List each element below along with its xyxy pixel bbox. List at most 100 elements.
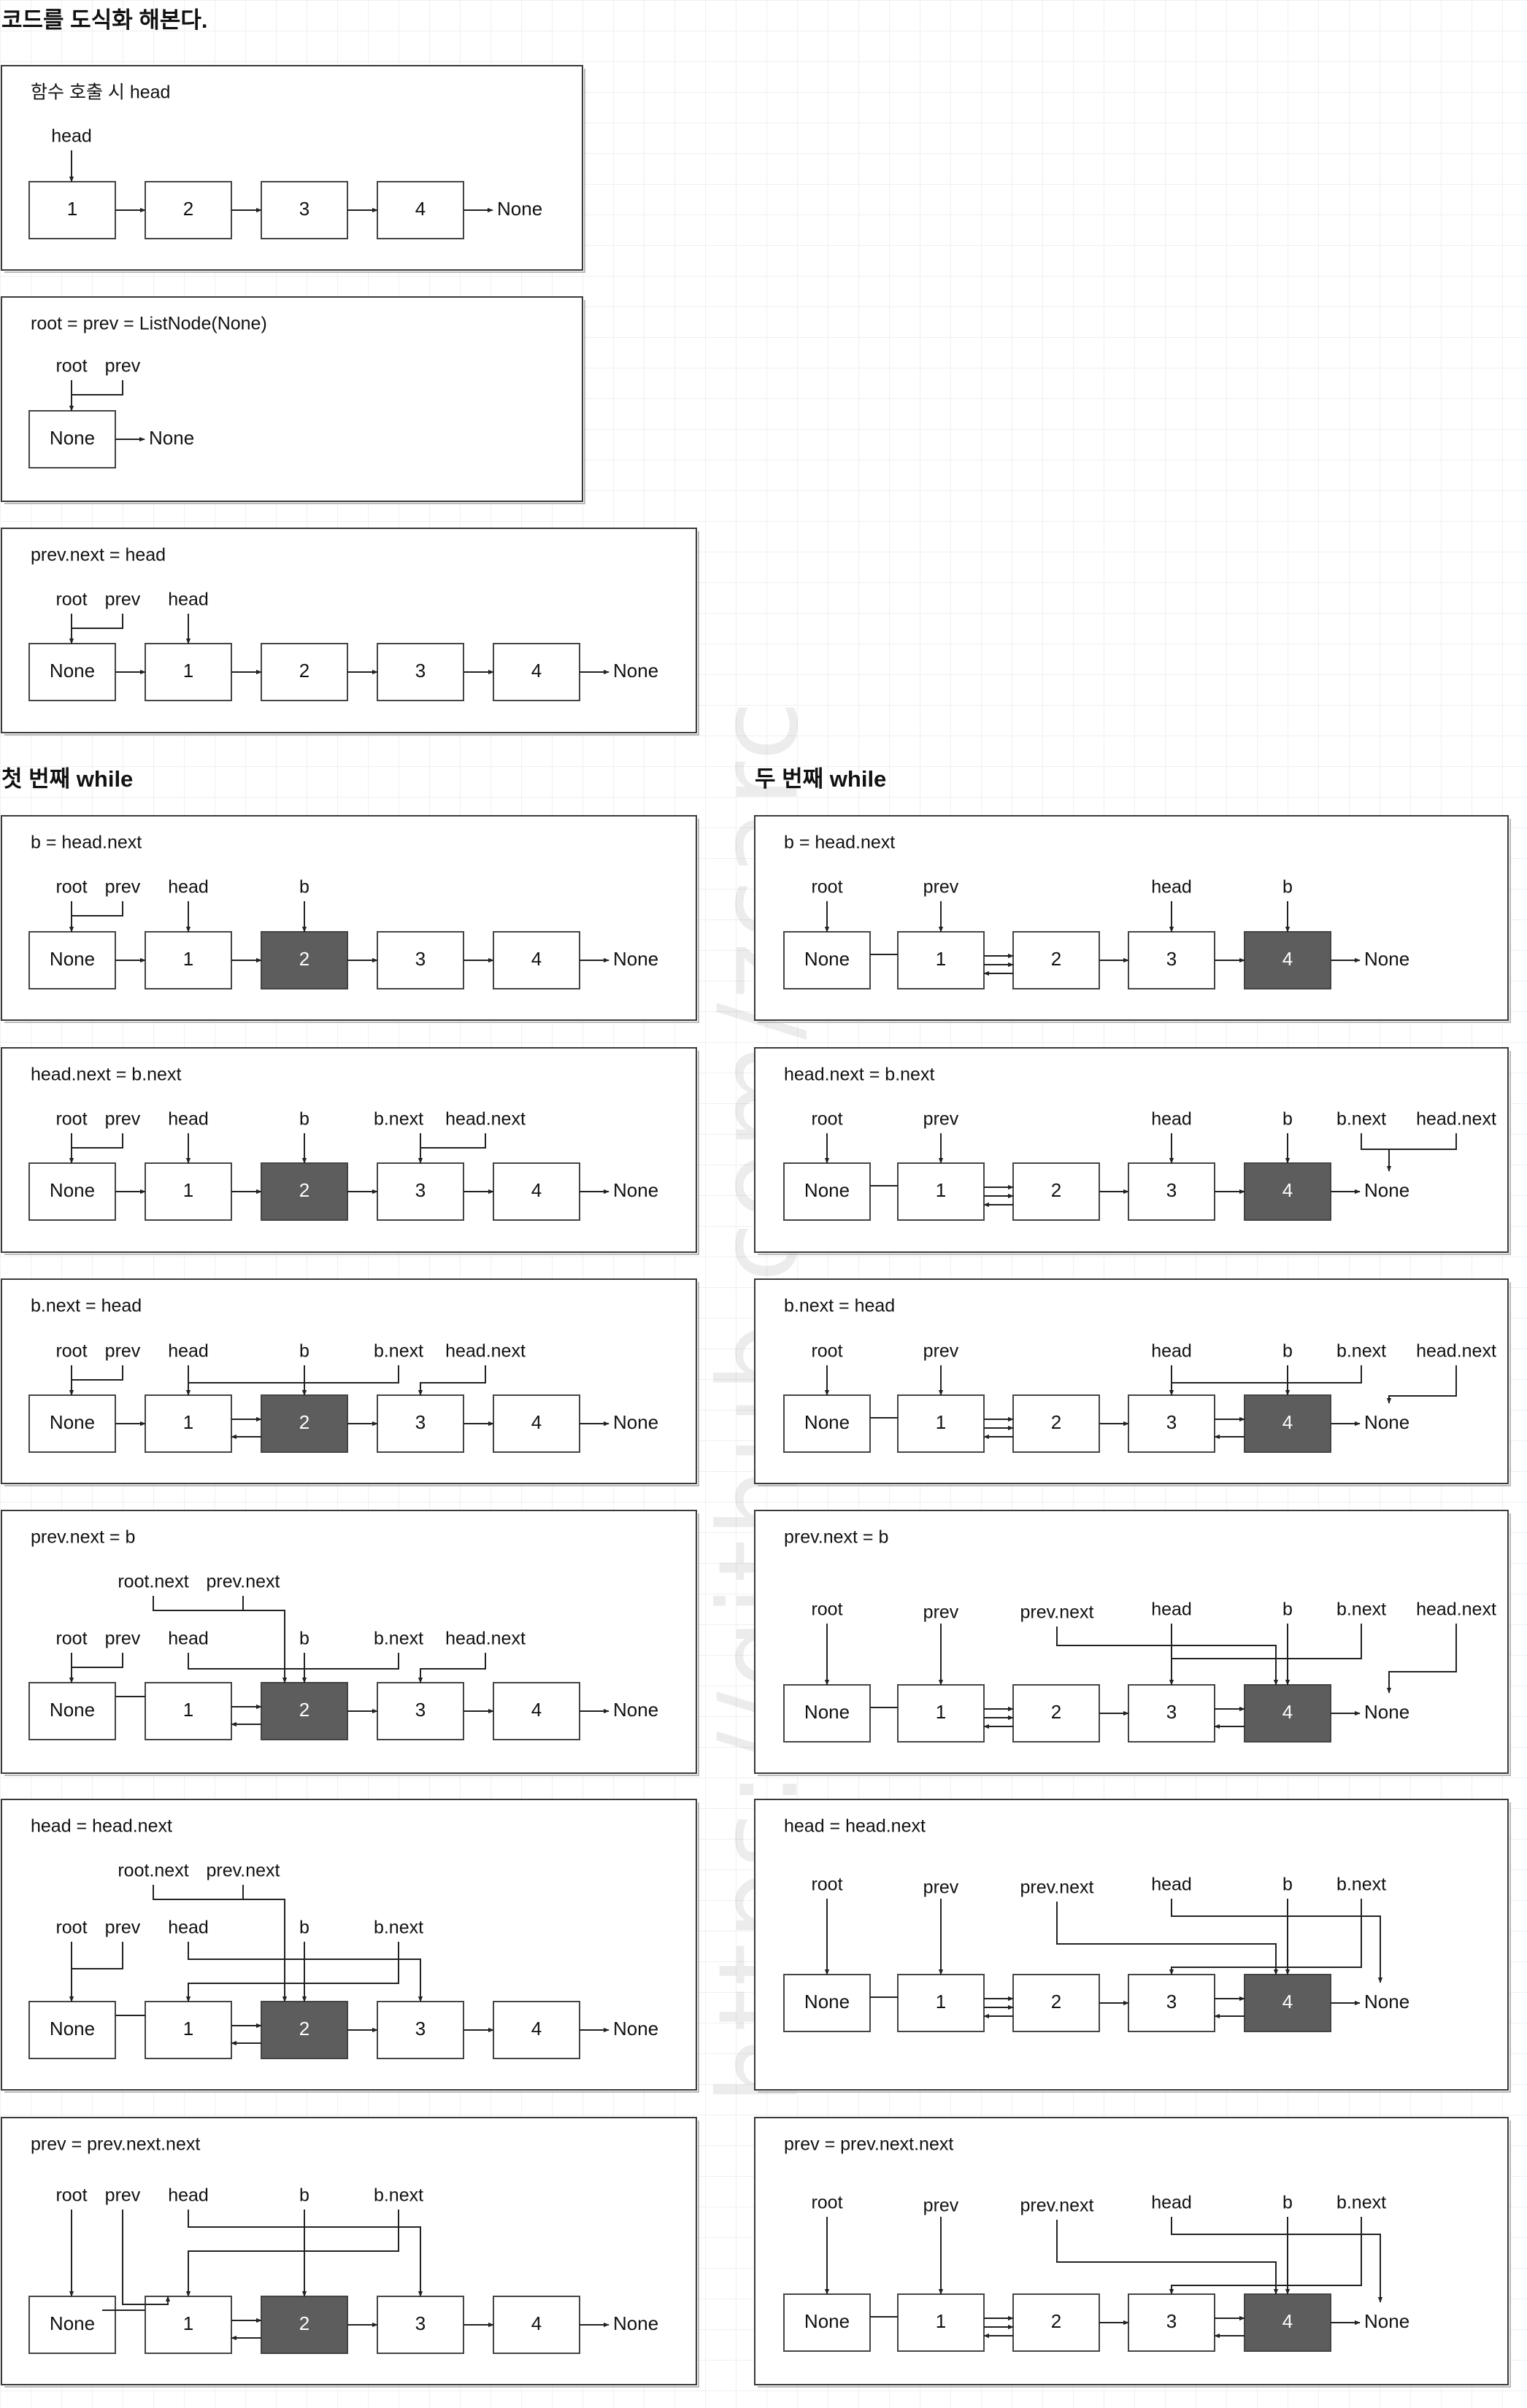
terminal-none: None (1364, 1991, 1409, 2013)
terminal-none: None (1364, 2310, 1409, 2332)
pointer-label-head: head (168, 877, 209, 898)
pointer-label-prev: prev (923, 1341, 959, 1362)
pointer-label-b: b (299, 877, 309, 898)
pointer-label-prev: prev (105, 877, 141, 898)
section-title-second-while: 두 번째 while (755, 766, 886, 792)
terminal-none: None (1364, 948, 1409, 970)
terminal-none: None (613, 660, 658, 682)
pointer-label-b-next: b.next (374, 2185, 423, 2206)
pointer-label-prev: prev (105, 2185, 141, 2206)
node-value: 1 (67, 198, 77, 220)
pointer-label-b: b (1282, 2193, 1293, 2213)
pointer-label-b-next: b.next (374, 1629, 423, 1649)
pointer-label-prev-next: prev.next (207, 1572, 280, 1592)
pointer-label-b: b (1282, 1109, 1293, 1130)
node-value: 3 (1166, 1701, 1177, 1723)
pointer-label-root: root (55, 2185, 87, 2206)
node-value: 2 (299, 2312, 309, 2334)
pointer-label-b: b (299, 1109, 309, 1130)
pointer-label-head: head (1151, 1599, 1192, 1620)
section-title-first-while: 첫 번째 while (1, 766, 133, 792)
pointer-label-b-next: b.next (1336, 1109, 1386, 1130)
node-value: None (804, 948, 850, 970)
pointer-label-head: head (1151, 1341, 1192, 1362)
pointer-label-root: root (55, 1341, 87, 1362)
terminal-none: None (613, 2312, 658, 2334)
pointer-label-root: root (55, 590, 87, 610)
node-value: 1 (936, 948, 946, 970)
node-value: None (50, 660, 95, 682)
node-value: 4 (531, 1411, 542, 1433)
node-value: 1 (936, 1701, 946, 1723)
node-value: 1 (183, 2312, 193, 2334)
node-value: 3 (1166, 948, 1177, 970)
node-value: 2 (299, 948, 309, 970)
pointer-label-prev: prev (105, 1341, 141, 1362)
node-value: 4 (1282, 2310, 1293, 2332)
pointer-label-head: head (168, 1109, 209, 1130)
node-value: 2 (299, 660, 309, 682)
pointer-label-b-next: b.next (1336, 1875, 1386, 1895)
node-value: 1 (183, 1179, 193, 1201)
node-value: None (50, 1699, 95, 1721)
node-value: None (804, 2310, 850, 2332)
pointer-label-prev: prev (923, 877, 959, 898)
step-title: b = head.next (784, 833, 895, 853)
pointer-label-b-next: b.next (1336, 2193, 1386, 2213)
pointer-label-head: head (168, 2185, 209, 2206)
node-value: 4 (531, 2312, 542, 2334)
pointer-label-b-next: b.next (1336, 1599, 1386, 1620)
pointer-label-root-next: root.next (118, 1861, 188, 1881)
pointer-label-head: head (168, 1918, 209, 1938)
pointer-label-root: root (55, 877, 87, 898)
node-value: None (804, 1991, 850, 2013)
pointer-label-head: head (168, 590, 209, 610)
node-value: 4 (415, 198, 426, 220)
node-value: 1 (183, 2018, 193, 2040)
pointer-label-b: b (1282, 877, 1293, 898)
step-title: prev = prev.next.next (784, 2134, 953, 2155)
terminal-none: None (497, 198, 542, 220)
pointer-label-root: root (811, 1109, 842, 1130)
pointer-label-prev: prev (923, 1109, 959, 1130)
step-title: b.next = head (784, 1296, 895, 1316)
pointer-label-root: root (55, 1918, 87, 1938)
pointer-label-prev: prev (923, 2196, 959, 2216)
node-value: 3 (415, 2312, 426, 2334)
step-title: head.next = b.next (31, 1065, 181, 1085)
pointer-label-b-next: b.next (374, 1109, 423, 1130)
node-value: 1 (936, 1179, 946, 1201)
node-value: 1 (936, 1411, 946, 1433)
node-value: None (804, 1411, 850, 1433)
pointer-label-prev: prev (105, 1629, 141, 1649)
page-title: 코드를 도식화 해본다. (1, 7, 208, 33)
pointer-label-b: b (1282, 1599, 1293, 1620)
pointer-label-root: root (55, 356, 87, 377)
node-value: 1 (936, 2310, 946, 2332)
node-value: 1 (183, 1411, 193, 1433)
pointer-label-head-next: head.next (1416, 1341, 1496, 1362)
node-value: None (804, 1179, 850, 1201)
pointer-label-root-next: root.next (118, 1572, 188, 1592)
step-title: prev = prev.next.next (31, 2134, 200, 2155)
pointer-label-head-next: head.next (1416, 1599, 1496, 1620)
terminal-none: None (613, 1179, 658, 1201)
node-value: None (50, 427, 95, 449)
pointer-label-head: head (168, 1629, 209, 1649)
node-value: 2 (1051, 1179, 1061, 1201)
pointer-label-prev: prev (105, 356, 141, 377)
node-value: 3 (1166, 1991, 1177, 2013)
linked-list-diagram: 코드를 도식화 해본다. 첫 번째 while 두 번째 while 함수 호출 시 … (1, 7, 1511, 2388)
pointer-label-head: head (1151, 1109, 1192, 1130)
node-value: 3 (1166, 2310, 1177, 2332)
node-value: 3 (415, 1699, 426, 1721)
node-value: 3 (415, 1411, 426, 1433)
node-value: 3 (415, 2018, 426, 2040)
node-value: 4 (1282, 1701, 1293, 1723)
pointer-label-head: head (1151, 1875, 1192, 1895)
node-value: 4 (1282, 948, 1293, 970)
pointer-label-prev: prev (105, 1109, 141, 1130)
pointer-label-prev-next: prev.next (1020, 2196, 1094, 2216)
terminal-none: None (1364, 1179, 1409, 1201)
node-value: 3 (1166, 1411, 1177, 1433)
